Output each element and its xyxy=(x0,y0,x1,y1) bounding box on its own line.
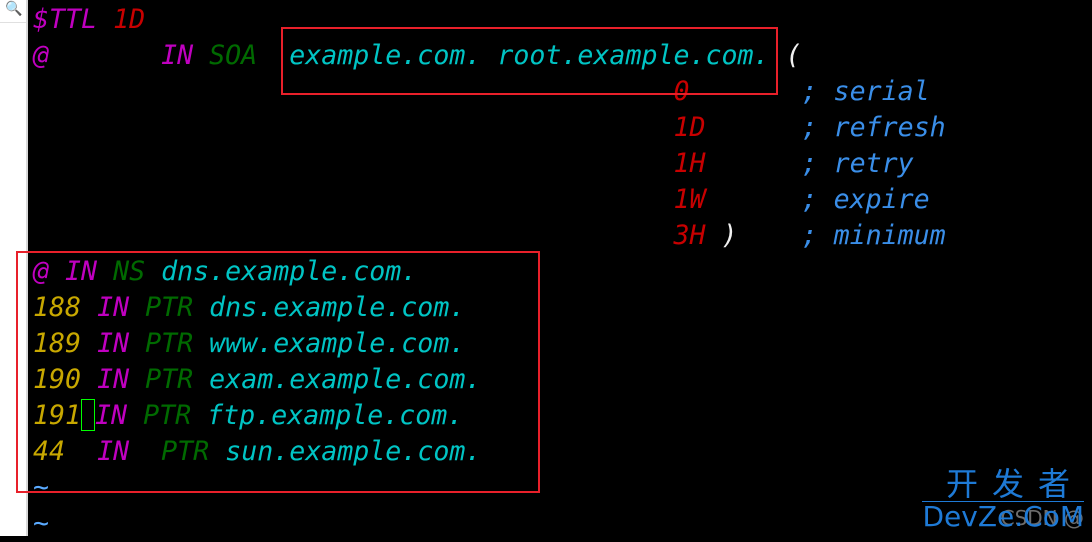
code-token: ; retry xyxy=(801,148,914,179)
code-token: ; expire xyxy=(801,184,930,215)
code-token: 1H xyxy=(673,148,706,179)
code-token: 1D xyxy=(673,112,706,143)
code-token: ) xyxy=(721,220,738,251)
code-token: ; refresh xyxy=(801,112,946,143)
code-token: ; minimum xyxy=(801,220,946,251)
code-token: IN xyxy=(161,40,194,71)
code-token: 1D xyxy=(113,4,146,35)
watermark-cn: 开发者 xyxy=(945,465,1084,503)
watermark: CSDN @ 开发者 DevZe.CoM xyxy=(922,467,1084,532)
code-token: SOA xyxy=(209,40,258,71)
search-icon[interactable]: 🔍 xyxy=(5,1,22,17)
highlight-box-records xyxy=(16,251,540,493)
code-line[interactable]: 1D ; refresh xyxy=(33,110,946,146)
code-token: $TTL xyxy=(33,4,98,35)
code-token: 1W xyxy=(673,184,706,215)
watermark-en: DevZe.CoM xyxy=(922,500,1084,533)
code-token: ; serial xyxy=(801,76,930,107)
code-token: @ xyxy=(33,40,50,71)
code-line[interactable]: 3H ) ; minimum xyxy=(33,218,946,254)
code-line[interactable]: 1H ; retry xyxy=(33,146,946,182)
empty-line-tilde[interactable]: ~ xyxy=(33,506,946,542)
code-token: ~ xyxy=(33,508,50,539)
code-line[interactable]: 1W ; expire xyxy=(33,182,946,218)
divider xyxy=(0,22,26,23)
highlight-box-soa xyxy=(281,27,778,95)
code-token: 3H xyxy=(673,220,706,251)
code-token: ( xyxy=(785,40,802,71)
